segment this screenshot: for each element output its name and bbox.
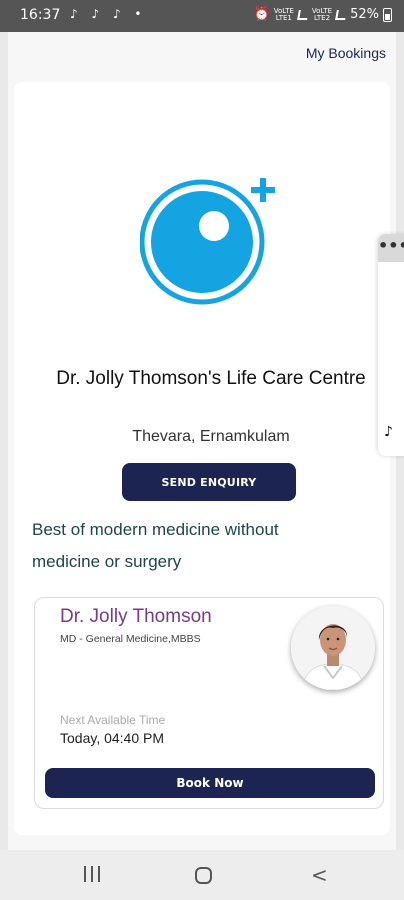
next-available-label: Next Available Time: [60, 713, 166, 727]
send-enquiry-button[interactable]: SEND ENQUIRY: [122, 463, 296, 501]
network-1: VoLTE LTE1: [273, 6, 294, 22]
page: My Bookings Dr. Jolly Thomson's Life Car…: [8, 32, 396, 850]
back-icon[interactable]: <: [311, 863, 328, 887]
status-bar: 16:37 ♪ ♪ ♪ • ⏰ VoLTE LTE1 VoLTE LTE2 52%: [0, 0, 404, 32]
doctor-avatar: [291, 606, 375, 690]
signal-icon: [297, 9, 309, 20]
network-2: VoLTE LTE2: [311, 6, 333, 22]
frame-left: [0, 32, 8, 850]
more-options-icon[interactable]: •••: [378, 234, 404, 262]
doctor-photo-icon: [291, 606, 375, 690]
system-nav-bar: <: [0, 850, 404, 900]
floating-side-widget[interactable]: ••• ♪: [378, 234, 404, 456]
battery-icon: [383, 7, 392, 22]
next-available-time: Today, 04:40 PM: [60, 730, 165, 746]
home-icon[interactable]: [195, 867, 212, 884]
signal-icon: [335, 9, 347, 20]
status-time: 16:37: [20, 7, 61, 23]
my-bookings-link[interactable]: My Bookings: [306, 45, 386, 61]
clinic-name: Dr. Jolly Thomson's Life Care Centre: [56, 368, 366, 389]
battery-percent: 52%: [350, 7, 379, 22]
doctor-card[interactable]: Dr. Jolly Thomson MD - General Medicine,…: [34, 597, 384, 809]
music-note-icon[interactable]: ♪: [384, 424, 393, 440]
doctor-name: Dr. Jolly Thomson: [60, 606, 212, 627]
notification-icons: ♪ ♪ ♪ •: [70, 7, 147, 21]
clinic-card: Dr. Jolly Thomson's Life Care Centre The…: [14, 82, 390, 835]
recents-icon[interactable]: [84, 866, 100, 884]
clinic-location: Thevara, Ernamkulam: [132, 428, 290, 445]
book-now-button[interactable]: Book Now: [45, 768, 375, 798]
doctor-qualification: MD - General Medicine,MBBS: [60, 633, 201, 645]
alarm-icon: ⏰: [253, 7, 270, 22]
lens-plus-logo-icon: [140, 178, 275, 305]
clinic-tagline: Best of modern medicine without medicine…: [32, 520, 279, 571]
status-right: ⏰ VoLTE LTE1 VoLTE LTE2 52%: [254, 7, 392, 22]
